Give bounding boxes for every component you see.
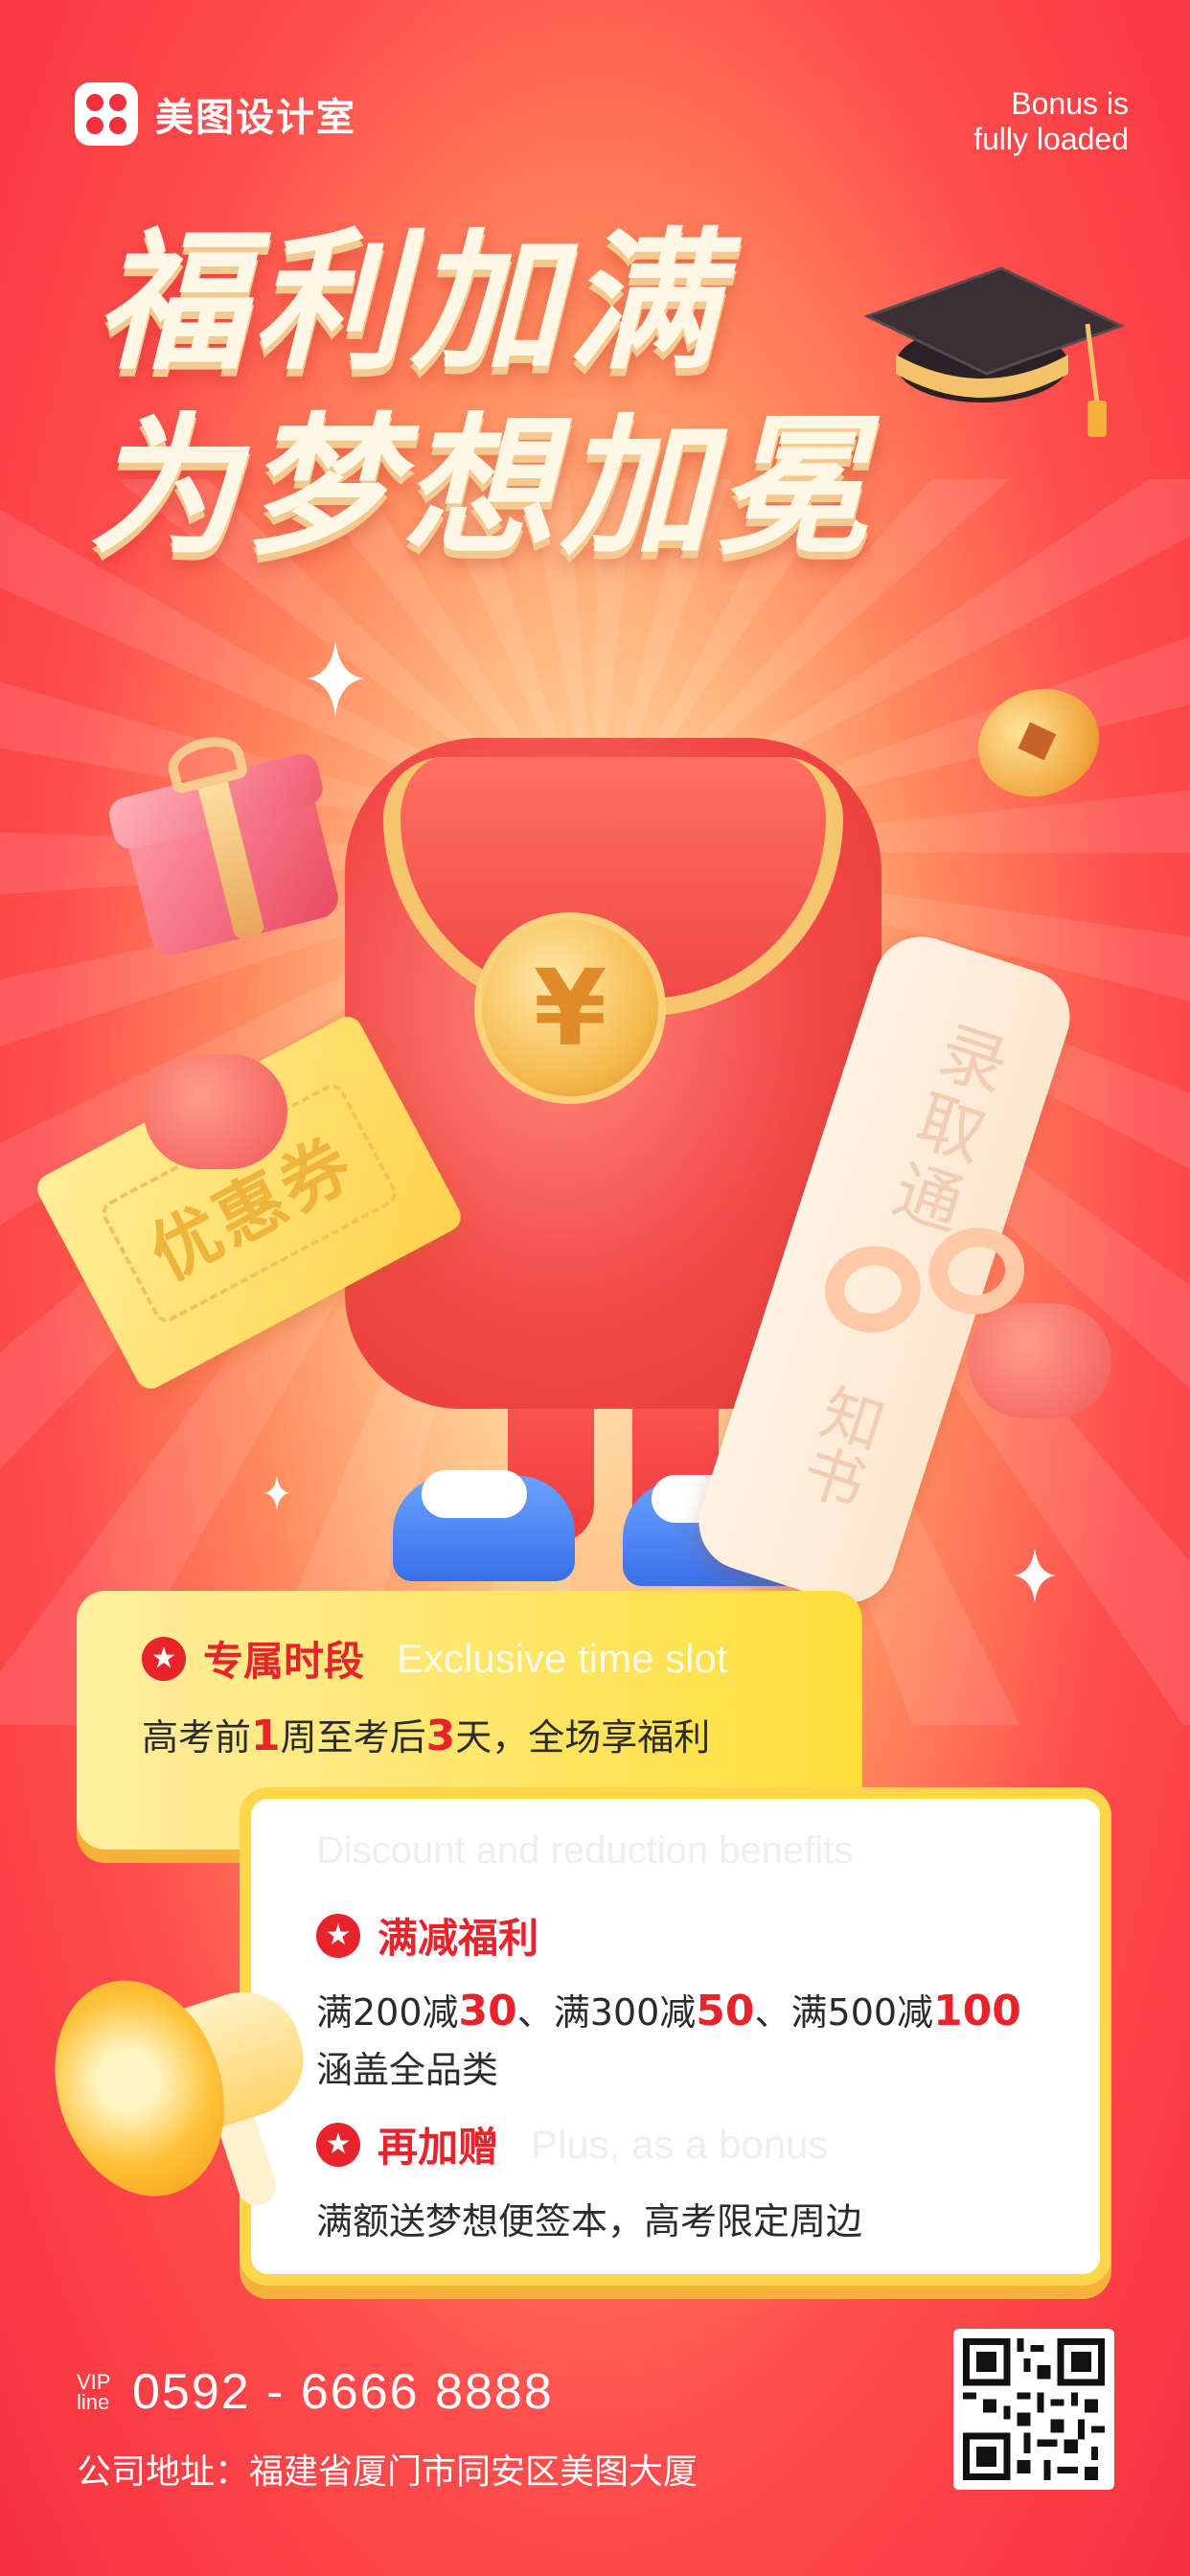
contact-phone[interactable]: 0592 - 6666 8888 <box>132 2363 554 2421</box>
gift-icon <box>78 702 373 976</box>
graduation-cap-icon <box>863 266 1125 437</box>
benefits-card: Discount and reduction benefits ★ 满减福利 满… <box>240 1787 1111 2286</box>
brand-logo[interactable]: 美图设计室 <box>75 82 356 146</box>
brand-name: 美图设计室 <box>155 96 356 140</box>
envelope-coin-icon: ¥ <box>474 912 666 1104</box>
character-hand-right <box>968 1303 1111 1418</box>
card1-num-weeks: 1 <box>251 1712 281 1760</box>
corner-tagline: Bonus is fully loaded <box>973 86 1129 157</box>
section-bonus-title-en: Plus, as a bonus <box>531 2121 829 2167</box>
card1-description: 高考前1周至考后3天，全场享福利 <box>142 1708 710 1760</box>
card1-text-pre: 高考前 <box>142 1716 252 1759</box>
star-badge-icon: ★ <box>316 1913 360 1958</box>
sparkle-icon <box>1014 1548 1056 1603</box>
discount-tier1-value: 30 <box>458 1987 517 2036</box>
card1-text-mid: 周至考后 <box>280 1716 426 1759</box>
corner-tagline-line2: fully loaded <box>973 121 1129 156</box>
vip-line-label: VIP line <box>77 2372 110 2414</box>
discount-tier1-text: 满200减 <box>316 1991 459 2034</box>
corner-tagline-line1: Bonus is <box>1011 86 1129 121</box>
headline: 福利加满 为梦想加冕 <box>88 211 874 581</box>
headline-line1: 福利加满 <box>96 215 724 391</box>
card2-header-en: Discount and reduction benefits <box>316 1829 854 1872</box>
company-address: 公司地址：福建省厦门市同安区美图大厦 <box>77 2452 698 2492</box>
section-discount-title: ★ 满减福利 <box>316 1906 538 1965</box>
qr-code-icon[interactable] <box>953 2329 1114 2490</box>
discount-tier2-value: 50 <box>696 1987 755 2036</box>
bonus-description: 满额送梦想便签本，高考限定周边 <box>316 2200 863 2242</box>
discount-tiers: 满200减30、满300减50、满500减100 <box>316 1983 1021 2036</box>
sparkle-icon <box>263 1476 290 1510</box>
section-discount-title-zh: 满减福利 <box>378 1915 539 1962</box>
character-shoe-left <box>393 1470 575 1581</box>
card1-text-post: 天，全场享福利 <box>455 1716 711 1759</box>
section-bonus-title: ★ 再加赠 Plus, as a bonus <box>316 2115 829 2174</box>
brand-logo-icon <box>75 82 138 146</box>
discount-tier2-text: 、满300减 <box>516 1991 697 2034</box>
coin-icon <box>963 672 1114 814</box>
discount-coverage: 涵盖全品类 <box>316 2049 499 2091</box>
scroll-text-bottom: 知书 <box>786 1375 892 1515</box>
section-bonus-title-zh: 再加赠 <box>378 2124 499 2171</box>
star-badge-icon: ★ <box>142 1636 186 1681</box>
discount-tier3-text: 、满500减 <box>754 1991 934 2034</box>
card1-title-en: Exclusive time slot <box>397 1635 728 1681</box>
headline-line2: 为梦想加冕 <box>88 399 874 576</box>
character-hand-left <box>144 1054 287 1169</box>
vip-label-bottom: line <box>77 2389 110 2414</box>
card1-title: ★ 专属时段 Exclusive time slot <box>142 1629 727 1688</box>
card1-num-days: 3 <box>425 1712 456 1760</box>
discount-tier3-value: 100 <box>933 1987 1021 2036</box>
card1-title-zh: 专属时段 <box>203 1638 365 1685</box>
